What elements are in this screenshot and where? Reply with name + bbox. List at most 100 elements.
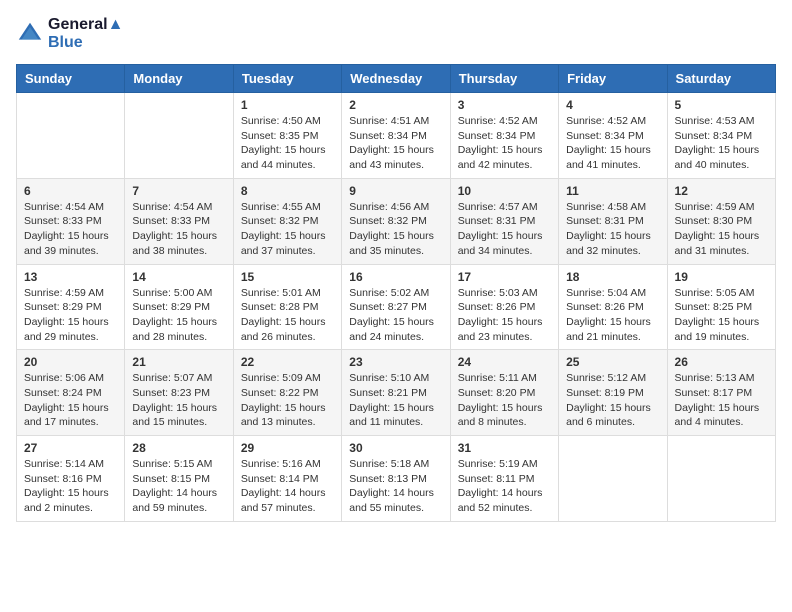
day-info: Sunrise: 4:52 AM Sunset: 8:34 PM Dayligh… (566, 114, 659, 173)
day-number: 24 (458, 355, 551, 369)
day-number: 29 (241, 441, 334, 455)
day-info: Sunrise: 5:00 AM Sunset: 8:29 PM Dayligh… (132, 286, 225, 345)
day-info: Sunrise: 4:54 AM Sunset: 8:33 PM Dayligh… (132, 200, 225, 259)
day-info: Sunrise: 5:19 AM Sunset: 8:11 PM Dayligh… (458, 457, 551, 516)
calendar-header-row: SundayMondayTuesdayWednesdayThursdayFrid… (17, 65, 776, 93)
calendar-table: SundayMondayTuesdayWednesdayThursdayFrid… (16, 64, 776, 522)
day-info: Sunrise: 5:02 AM Sunset: 8:27 PM Dayligh… (349, 286, 442, 345)
day-info: Sunrise: 5:06 AM Sunset: 8:24 PM Dayligh… (24, 371, 117, 430)
day-info: Sunrise: 5:01 AM Sunset: 8:28 PM Dayligh… (241, 286, 334, 345)
calendar-cell: 31 Sunrise: 5:19 AM Sunset: 8:11 PM Dayli… (450, 436, 558, 522)
day-number: 12 (675, 184, 768, 198)
day-number: 2 (349, 98, 442, 112)
calendar-cell: 16 Sunrise: 5:02 AM Sunset: 8:27 PM Dayli… (342, 264, 450, 350)
day-info: Sunrise: 4:54 AM Sunset: 8:33 PM Dayligh… (24, 200, 117, 259)
calendar-cell: 19 Sunrise: 5:05 AM Sunset: 8:25 PM Dayli… (667, 264, 775, 350)
weekday-header-thursday: Thursday (450, 65, 558, 93)
day-number: 3 (458, 98, 551, 112)
calendar-cell (17, 93, 125, 179)
day-number: 5 (675, 98, 768, 112)
calendar-cell: 22 Sunrise: 5:09 AM Sunset: 8:22 PM Dayli… (233, 350, 341, 436)
calendar-cell (125, 93, 233, 179)
day-info: Sunrise: 4:55 AM Sunset: 8:32 PM Dayligh… (241, 200, 334, 259)
calendar-cell: 28 Sunrise: 5:15 AM Sunset: 8:15 PM Dayli… (125, 436, 233, 522)
day-info: Sunrise: 5:11 AM Sunset: 8:20 PM Dayligh… (458, 371, 551, 430)
day-number: 4 (566, 98, 659, 112)
day-number: 1 (241, 98, 334, 112)
day-info: Sunrise: 4:59 AM Sunset: 8:29 PM Dayligh… (24, 286, 117, 345)
calendar-cell: 26 Sunrise: 5:13 AM Sunset: 8:17 PM Dayli… (667, 350, 775, 436)
weekday-header-sunday: Sunday (17, 65, 125, 93)
day-info: Sunrise: 5:10 AM Sunset: 8:21 PM Dayligh… (349, 371, 442, 430)
logo-icon (16, 20, 44, 48)
weekday-header-saturday: Saturday (667, 65, 775, 93)
calendar-cell: 9 Sunrise: 4:56 AM Sunset: 8:32 PM Daylig… (342, 178, 450, 264)
day-number: 19 (675, 270, 768, 284)
calendar-cell: 30 Sunrise: 5:18 AM Sunset: 8:13 PM Dayli… (342, 436, 450, 522)
weekday-header-monday: Monday (125, 65, 233, 93)
calendar-cell: 5 Sunrise: 4:53 AM Sunset: 8:34 PM Daylig… (667, 93, 775, 179)
day-number: 18 (566, 270, 659, 284)
weekday-header-friday: Friday (559, 65, 667, 93)
day-number: 14 (132, 270, 225, 284)
day-info: Sunrise: 4:53 AM Sunset: 8:34 PM Dayligh… (675, 114, 768, 173)
weekday-header-wednesday: Wednesday (342, 65, 450, 93)
day-info: Sunrise: 5:05 AM Sunset: 8:25 PM Dayligh… (675, 286, 768, 345)
calendar-cell: 7 Sunrise: 4:54 AM Sunset: 8:33 PM Daylig… (125, 178, 233, 264)
day-info: Sunrise: 4:57 AM Sunset: 8:31 PM Dayligh… (458, 200, 551, 259)
day-info: Sunrise: 4:56 AM Sunset: 8:32 PM Dayligh… (349, 200, 442, 259)
calendar-week-row: 20 Sunrise: 5:06 AM Sunset: 8:24 PM Dayli… (17, 350, 776, 436)
day-number: 16 (349, 270, 442, 284)
day-number: 13 (24, 270, 117, 284)
calendar-cell: 12 Sunrise: 4:59 AM Sunset: 8:30 PM Dayli… (667, 178, 775, 264)
day-info: Sunrise: 4:52 AM Sunset: 8:34 PM Dayligh… (458, 114, 551, 173)
calendar-cell: 6 Sunrise: 4:54 AM Sunset: 8:33 PM Daylig… (17, 178, 125, 264)
day-number: 28 (132, 441, 225, 455)
calendar-week-row: 13 Sunrise: 4:59 AM Sunset: 8:29 PM Dayli… (17, 264, 776, 350)
calendar-cell: 18 Sunrise: 5:04 AM Sunset: 8:26 PM Dayli… (559, 264, 667, 350)
day-number: 15 (241, 270, 334, 284)
day-info: Sunrise: 4:59 AM Sunset: 8:30 PM Dayligh… (675, 200, 768, 259)
day-number: 10 (458, 184, 551, 198)
day-number: 23 (349, 355, 442, 369)
calendar-cell: 20 Sunrise: 5:06 AM Sunset: 8:24 PM Dayli… (17, 350, 125, 436)
calendar-cell: 15 Sunrise: 5:01 AM Sunset: 8:28 PM Dayli… (233, 264, 341, 350)
logo-text: General▲ Blue (48, 16, 123, 52)
day-number: 6 (24, 184, 117, 198)
calendar-cell (667, 436, 775, 522)
day-info: Sunrise: 5:16 AM Sunset: 8:14 PM Dayligh… (241, 457, 334, 516)
day-info: Sunrise: 5:07 AM Sunset: 8:23 PM Dayligh… (132, 371, 225, 430)
day-number: 25 (566, 355, 659, 369)
day-info: Sunrise: 5:18 AM Sunset: 8:13 PM Dayligh… (349, 457, 442, 516)
calendar-cell: 1Sunrise: 4:50 AM Sunset: 8:35 PM Daylig… (233, 93, 341, 179)
calendar-cell: 17Sunrise: 5:03 AM Sunset: 8:26 PM Dayli… (450, 264, 558, 350)
day-number: 8 (241, 184, 334, 198)
day-number: 20 (24, 355, 117, 369)
day-number: 26 (675, 355, 768, 369)
page-header: General▲ Blue (16, 16, 776, 52)
day-number: 31 (458, 441, 551, 455)
day-info: Sunrise: 5:15 AM Sunset: 8:15 PM Dayligh… (132, 457, 225, 516)
day-number: 30 (349, 441, 442, 455)
day-info: Sunrise: 4:58 AM Sunset: 8:31 PM Dayligh… (566, 200, 659, 259)
calendar-cell: 14 Sunrise: 5:00 AM Sunset: 8:29 PM Dayli… (125, 264, 233, 350)
day-number: 21 (132, 355, 225, 369)
calendar-cell: 11 Sunrise: 4:58 AM Sunset: 8:31 PM Dayli… (559, 178, 667, 264)
calendar-cell: 4 Sunrise: 4:52 AM Sunset: 8:34 PM Daylig… (559, 93, 667, 179)
calendar-cell: 2Sunrise: 4:51 AM Sunset: 8:34 PM Daylig… (342, 93, 450, 179)
day-info: Sunrise: 5:04 AM Sunset: 8:26 PM Dayligh… (566, 286, 659, 345)
calendar-cell: 27Sunrise: 5:14 AM Sunset: 8:16 PM Dayli… (17, 436, 125, 522)
day-number: 22 (241, 355, 334, 369)
day-info: Sunrise: 5:09 AM Sunset: 8:22 PM Dayligh… (241, 371, 334, 430)
day-number: 11 (566, 184, 659, 198)
calendar-cell: 29 Sunrise: 5:16 AM Sunset: 8:14 PM Dayli… (233, 436, 341, 522)
day-info: Sunrise: 5:13 AM Sunset: 8:17 PM Dayligh… (675, 371, 768, 430)
day-number: 7 (132, 184, 225, 198)
calendar-week-row: 1Sunrise: 4:50 AM Sunset: 8:35 PM Daylig… (17, 93, 776, 179)
day-number: 9 (349, 184, 442, 198)
calendar-cell: 24 Sunrise: 5:11 AM Sunset: 8:20 PM Dayli… (450, 350, 558, 436)
calendar-cell: 21 Sunrise: 5:07 AM Sunset: 8:23 PM Dayli… (125, 350, 233, 436)
calendar-cell: 13 Sunrise: 4:59 AM Sunset: 8:29 PM Dayli… (17, 264, 125, 350)
day-info: Sunrise: 5:03 AM Sunset: 8:26 PM Dayligh… (458, 286, 551, 345)
calendar-week-row: 6 Sunrise: 4:54 AM Sunset: 8:33 PM Daylig… (17, 178, 776, 264)
